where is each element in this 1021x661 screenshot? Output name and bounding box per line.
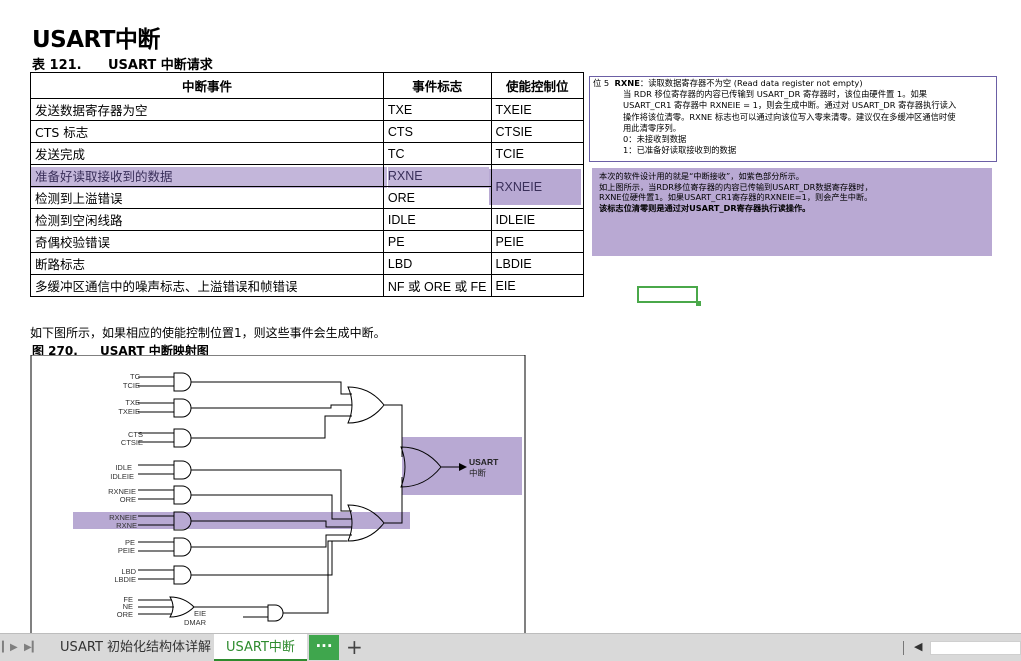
flag-cell: IDLE [382, 208, 492, 231]
event-cell: 检测到空闲线路 [30, 208, 384, 231]
table-row: 发送数据寄存器为空 TXE TXEIE [30, 98, 585, 121]
table-row: 断路标志 LBD LBDIE [30, 252, 585, 275]
table-row: 检测到空闲线路 IDLE IDLEIE [30, 208, 585, 231]
flag-cell: RXNE [382, 164, 492, 187]
scroll-left-icon[interactable]: ◀ [914, 640, 922, 653]
enable-cell: CTSIE [490, 120, 585, 143]
divider [903, 641, 904, 655]
interrupt-table: 中断事件 事件标志 使能控制位 发送数据寄存器为空 TXE TXEIE CTS … [30, 72, 585, 297]
register-description-box: 位 5 RXNE：读取数据寄存器不为空 (Read data register … [589, 76, 997, 162]
event-cell: 断路标志 [30, 252, 384, 275]
enable-cell-merged: RXNEIE [490, 164, 585, 209]
flag-cell: TXE [382, 98, 492, 121]
input-idleie: IDLEIE [110, 472, 134, 481]
enable-cell: EIE [490, 274, 585, 297]
usart-interrupt-diagram: TC TCIE TXE TXEIE CTS CTSIE IDLE IDLEIE … [30, 355, 526, 635]
note-line: 该标志位清零则是通过对USART_DR寄存器执行读操作。 [599, 202, 811, 213]
event-cell: 发送完成 [30, 142, 384, 165]
header-event: 中断事件 [30, 72, 384, 99]
enable-cell: LBDIE [490, 252, 585, 275]
table-caption-title: USART 中断请求 [108, 58, 213, 73]
first-sheet-icon[interactable]: ▎ [2, 642, 10, 653]
bit-number: 位 5 [593, 78, 610, 88]
input-idle: IDLE [115, 463, 132, 472]
table-row: 发送完成 TC TCIE [30, 142, 585, 165]
horizontal-scrollbar[interactable] [930, 641, 1021, 655]
register-desc-line: 用此清零序列。 [623, 122, 682, 133]
table-row: 多缓冲区通信中的噪声标志、上溢错误和帧错误 NF 或 ORE 或 FE EIE [30, 274, 585, 297]
input-tc: TC [130, 372, 141, 381]
input-txeie: TXEIE [118, 407, 140, 416]
page-title: USART中断 [32, 27, 160, 53]
tab-usart-interrupt[interactable]: USART中断 [214, 634, 307, 661]
enable-cell: TCIE [490, 142, 585, 165]
note-line: 如上图所示，当RDR移位寄存器的内容已传输到USART_DR数据寄存器时， [599, 181, 873, 192]
next-sheet-icon[interactable]: ▶▎ [24, 642, 39, 653]
input-rxne-hl: RXNE [116, 521, 137, 530]
note-line: 本次的软件设计用的就是“中断接收”，如紫色部分所示。 [599, 171, 804, 181]
table-row-rxne: 准备好读取接收到的数据 RXNE RXNEIE [30, 164, 585, 209]
output-label-usart: USART [469, 457, 499, 467]
output-label-interrupt: 中断 [469, 468, 487, 478]
enable-cell: IDLEIE [490, 208, 585, 231]
table-row: CTS 标志 CTS CTSIE [30, 120, 585, 143]
input-eie: EIE [194, 609, 206, 618]
bit-summary: ：读取数据寄存器不为空 (Read data register not empt… [639, 78, 863, 88]
register-desc-line: 当 RDR 移位寄存器的内容已传输到 USART_DR 寄存器时，该位由硬件置 … [623, 89, 928, 100]
register-desc-heading: 位 5 RXNE：读取数据寄存器不为空 (Read data register … [593, 78, 993, 89]
prev-sheet-icon[interactable]: ▶ [10, 642, 18, 653]
event-cell: 发送数据寄存器为空 [30, 98, 384, 121]
flag-cell: ORE [382, 186, 492, 209]
input-ore: ORE [120, 495, 136, 504]
selected-cell[interactable] [637, 286, 698, 303]
header-flag: 事件标志 [382, 72, 492, 99]
flag-cell: CTS [382, 120, 492, 143]
header-enable: 使能控制位 [490, 72, 585, 99]
input-dmar: DMAR [184, 618, 207, 627]
enable-cell: PEIE [490, 230, 585, 253]
input-ore2: ORE [117, 610, 133, 619]
event-cell: 准备好读取接收到的数据 [30, 164, 384, 187]
fill-handle[interactable] [696, 301, 701, 306]
event-cell: 多缓冲区通信中的噪声标志、上溢错误和帧错误 [30, 274, 384, 297]
register-value-0: 0：未接收到数据 [623, 134, 687, 145]
register-desc-line: USART_CR1 寄存器中 RXNEIE = 1，则会生成中断。通过对 USA… [623, 100, 957, 111]
body-paragraph: 如下图所示，如果相应的使能控制位置1，则这些事件会生成中断。 [30, 326, 386, 340]
event-cell: CTS 标志 [30, 120, 384, 143]
input-tcie: TCIE [123, 381, 140, 390]
register-value-1: 1：已准备好读取接收到的数据 [623, 145, 737, 156]
table-caption-number: 表 121. [32, 58, 82, 73]
enable-cell: TXEIE [490, 98, 585, 121]
table-header-row: 中断事件 事件标志 使能控制位 [30, 72, 585, 99]
flag-cell: NF 或 ORE 或 FE [382, 274, 492, 297]
more-sheets-button[interactable]: ··· [309, 635, 339, 660]
flag-cell: LBD [382, 252, 492, 275]
flag-cell: TC [382, 142, 492, 165]
event-cell: 奇偶校验错误 [30, 230, 384, 253]
tab-usart-init[interactable]: USART 初始化结构体详解 [48, 634, 223, 661]
bit-name: RXNE [614, 78, 640, 88]
input-lbdie: LBDIE [114, 575, 136, 584]
input-txe: TXE [125, 398, 140, 407]
table-row: 奇偶校验错误 PE PEIE [30, 230, 585, 253]
input-peie: PEIE [118, 546, 135, 555]
note-box: 本次的软件设计用的就是“中断接收”，如紫色部分所示。 如上图所示，当RDR移位寄… [592, 168, 992, 256]
add-sheet-button[interactable]: + [346, 635, 363, 659]
event-cell: 检测到上溢错误 [30, 186, 384, 209]
sheet-tab-bar: ▎ ▶ ▶▎ USART 初始化结构体详解 USART中断 ··· + ◀ [0, 633, 1021, 661]
input-ctsie: CTSIE [121, 438, 143, 447]
note-line: RXNE位硬件置1。如果USART_CR1寄存器的RXNEIE=1，则会产生中断… [599, 192, 873, 202]
register-desc-line: 操作将该位清零。RXNE 标志也可以通过向该位写入零来清零。建议仅在多缓冲区通信… [623, 111, 956, 122]
table-caption: 表 121. USART 中断请求 [32, 54, 213, 73]
flag-cell: PE [382, 230, 492, 253]
